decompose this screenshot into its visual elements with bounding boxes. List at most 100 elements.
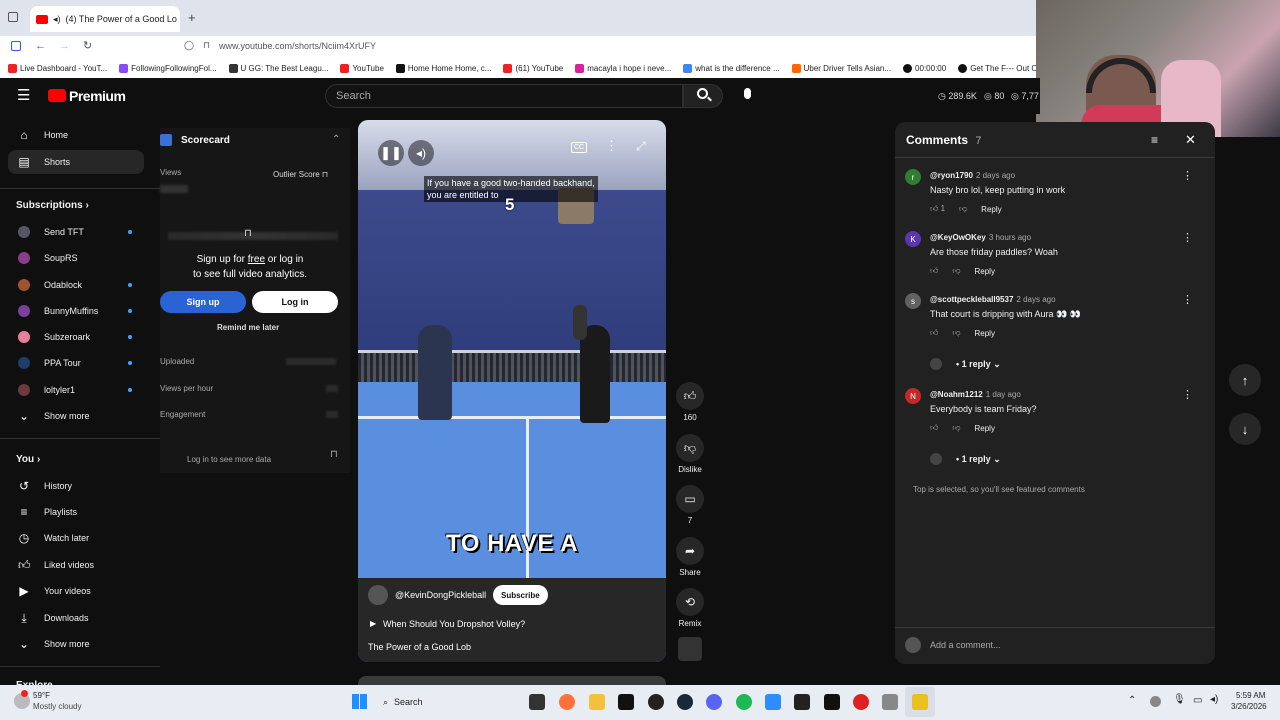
- weather-desc[interactable]: Mostly cloudy: [33, 702, 81, 711]
- view-replies-button[interactable]: • 1 reply ⌄: [930, 358, 1001, 370]
- app-w-icon[interactable]: [794, 694, 810, 710]
- voice-search-button[interactable]: [738, 86, 758, 106]
- sidebar-item-send-tft[interactable]: Send TFT: [8, 220, 144, 244]
- lock-icon[interactable]: ⊓: [203, 40, 210, 51]
- app-gray-icon[interactable]: [882, 694, 898, 710]
- clock-date[interactable]: 3/26/2026: [1231, 702, 1267, 711]
- capcut-icon[interactable]: [618, 694, 634, 710]
- comments-button[interactable]: ▭ 7: [672, 485, 708, 525]
- task-view-icon[interactable]: [529, 694, 545, 710]
- dislike-icon[interactable]: 👎︎: [959, 204, 967, 214]
- fullscreen-icon[interactable]: ⤢: [636, 139, 646, 154]
- menu-icon[interactable]: ☰: [17, 88, 30, 103]
- comment-author[interactable]: @scottpeckleball9537 2 days ago: [930, 295, 1056, 304]
- reply-button[interactable]: Reply: [975, 267, 995, 276]
- sidebar-item-downloads[interactable]: ⤓ Downloads: [8, 606, 144, 630]
- search-input[interactable]: Search: [325, 84, 683, 108]
- avatar[interactable]: K: [905, 231, 921, 247]
- app-red-icon[interactable]: [853, 694, 869, 710]
- bookmark-item[interactable]: U GG: The Best Leagu...: [228, 63, 328, 73]
- tray-app-icon[interactable]: [1150, 696, 1161, 707]
- dislike-icon[interactable]: 👎︎: [952, 266, 960, 276]
- reply-button[interactable]: Reply: [981, 205, 1001, 214]
- add-comment-input[interactable]: Add a comment...: [930, 640, 1001, 650]
- comment-author[interactable]: @Noahm1212 1 day ago: [930, 390, 1021, 399]
- youtube-logo-icon[interactable]: [48, 89, 66, 102]
- bookmark-item[interactable]: Live Dashboard - YouT...: [8, 63, 107, 73]
- windows-start-icon[interactable]: [352, 694, 367, 709]
- youtube-logo-text[interactable]: Premium: [69, 88, 126, 104]
- like-icon[interactable]: 👍︎: [930, 423, 938, 433]
- dislike-icon[interactable]: 👎︎: [952, 328, 960, 338]
- sidebar-item-liked-videos[interactable]: 👍︎ Liked videos: [8, 553, 144, 577]
- bookmark-item[interactable]: YouTube: [340, 63, 384, 73]
- login-button[interactable]: Log in: [252, 291, 338, 313]
- bookmark-item[interactable]: (61) YouTube: [503, 63, 563, 73]
- steam-icon[interactable]: [677, 694, 693, 710]
- channel-avatar[interactable]: [368, 585, 388, 605]
- browser-tab[interactable]: ◂) (4) The Power of a Good Lo ✕: [30, 6, 180, 32]
- comment-more-icon[interactable]: ⋮: [1182, 231, 1193, 244]
- share-button[interactable]: ➦ Share: [672, 537, 708, 577]
- comment-author[interactable]: @KeyOwOKey 3 hours ago: [930, 233, 1031, 242]
- audio-icon[interactable]: ◂): [53, 14, 61, 25]
- shield-icon[interactable]: ◯: [184, 40, 194, 51]
- firefox-icon[interactable]: [559, 694, 575, 710]
- reply-button[interactable]: Reply: [975, 424, 995, 433]
- you-heading[interactable]: You ›: [16, 454, 40, 465]
- bookmark-item[interactable]: Home Home Home, c...: [395, 63, 491, 73]
- taskbar-search[interactable]: ⌕ Search: [375, 691, 470, 713]
- playlist-link[interactable]: When Should You Dropshot Volley?: [383, 619, 525, 629]
- bookmark-item[interactable]: macayla i hope i neve...: [575, 63, 671, 73]
- like-icon[interactable]: 👍︎ 1: [930, 204, 945, 214]
- sidebar-item-history[interactable]: ↺ History: [8, 474, 144, 498]
- url-field[interactable]: www.youtube.com/shorts/Nciim4XrUFY: [219, 41, 376, 51]
- remix-button[interactable]: ⟲ Remix: [672, 588, 708, 628]
- comment-more-icon[interactable]: ⋮: [1182, 293, 1193, 306]
- bookmark-item[interactable]: FollowingFollowingFol...: [119, 63, 217, 73]
- sidebar-toggle-icon[interactable]: [11, 41, 21, 51]
- sidebar-item-playlists[interactable]: ≡ Playlists: [8, 500, 144, 524]
- back-icon[interactable]: ←: [35, 40, 46, 52]
- avatar[interactable]: s: [905, 293, 921, 309]
- free-link[interactable]: free: [248, 254, 265, 265]
- collapse-icon[interactable]: ⌃: [332, 134, 340, 145]
- tab-list-icon[interactable]: [8, 12, 18, 22]
- sidebar-item-subzeroark[interactable]: Subzeroark: [8, 325, 144, 349]
- pause-icon[interactable]: ❚❚: [378, 140, 404, 166]
- sidebar-item-your-videos[interactable]: ▶ Your videos: [8, 579, 144, 603]
- sidebar-item-souprs[interactable]: SoupRS: [8, 246, 144, 270]
- avatar[interactable]: N: [905, 388, 921, 404]
- obs-icon[interactable]: [648, 694, 664, 710]
- tray-mic-icon[interactable]: 🎙︎: [1173, 694, 1186, 705]
- close-icon[interactable]: ✕: [1185, 132, 1196, 148]
- bookmark-item[interactable]: Uber Driver Tells Asian...: [791, 63, 891, 73]
- app-yellow-icon[interactable]: [912, 694, 928, 710]
- dislike-icon[interactable]: 👎︎: [952, 423, 960, 433]
- short-video-player[interactable]: ❚❚ ◂) CC ⋮ ⤢ If you have a good two-hand…: [358, 120, 666, 662]
- avatar[interactable]: r: [905, 169, 921, 185]
- sound-avatar[interactable]: [672, 637, 708, 661]
- channel-name[interactable]: @KevinDongPickleball: [395, 590, 486, 600]
- reply-button[interactable]: Reply: [975, 329, 995, 338]
- bookmark-item[interactable]: Get The F--- Out Of M: [958, 63, 1040, 73]
- reload-icon[interactable]: ↻: [83, 39, 92, 52]
- dislike-button[interactable]: 👎︎ Dislike: [672, 434, 708, 474]
- signup-button[interactable]: Sign up: [160, 291, 246, 313]
- tray-volume-icon[interactable]: ◂): [1210, 694, 1218, 705]
- sidebar-item-odablock[interactable]: Odablock: [8, 273, 144, 297]
- app-blue-icon[interactable]: [765, 694, 781, 710]
- sidebar-item-shorts[interactable]: ▤ Shorts: [8, 150, 144, 174]
- comment-more-icon[interactable]: ⋮: [1182, 169, 1193, 182]
- view-replies-button[interactable]: • 1 reply ⌄: [930, 453, 1001, 465]
- comment-more-icon[interactable]: ⋮: [1182, 388, 1193, 401]
- search-button[interactable]: [683, 84, 723, 108]
- show-more-button-you[interactable]: ⌄ Show more: [8, 632, 144, 656]
- tray-network-icon[interactable]: ▭: [1193, 695, 1202, 706]
- volume-icon[interactable]: ◂): [408, 140, 434, 166]
- clock-time[interactable]: 5:59 AM: [1236, 691, 1265, 700]
- forward-icon[interactable]: →: [59, 40, 70, 52]
- previous-short-button[interactable]: ↑: [1229, 364, 1261, 396]
- comment-author[interactable]: @ryon1790 2 days ago: [930, 171, 1015, 180]
- spotify-icon[interactable]: [736, 694, 752, 710]
